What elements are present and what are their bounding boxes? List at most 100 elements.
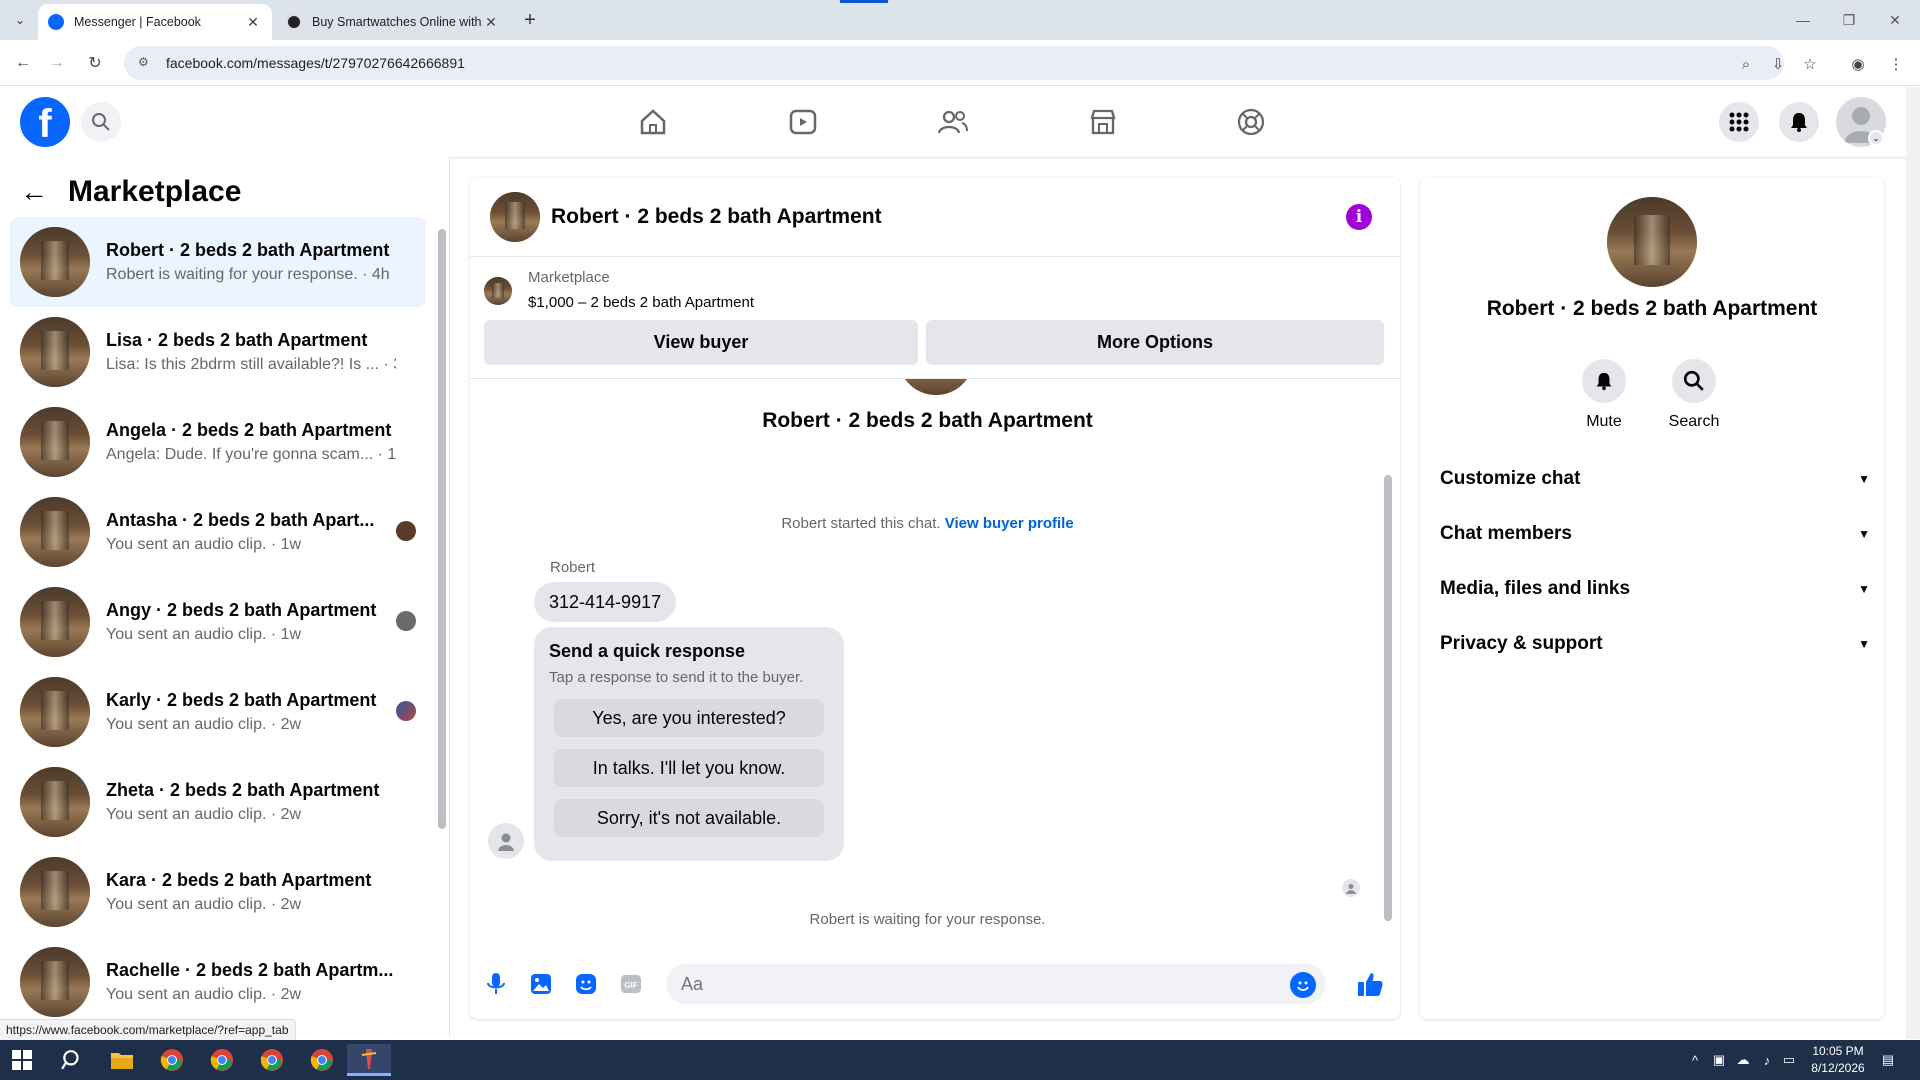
chrome-icon[interactable] — [152, 1044, 192, 1076]
like-thumb-icon[interactable] — [1356, 970, 1384, 998]
media-files-links-section[interactable]: Media, files and links ▼ — [1440, 569, 1870, 609]
privacy-support-section[interactable]: Privacy & support ▼ — [1440, 624, 1870, 664]
site-info-icon[interactable]: ⚙ — [138, 55, 154, 71]
close-tab-icon[interactable]: ✕ — [244, 13, 262, 31]
back-arrow-icon[interactable]: ← — [20, 176, 48, 208]
tab-messenger[interactable]: Messenger | Facebook ✕ — [38, 4, 272, 40]
chrome-icon[interactable] — [252, 1044, 292, 1076]
network-off-icon[interactable]: ☁ — [1732, 1040, 1754, 1080]
meet-now-icon[interactable]: ▣ — [1708, 1040, 1730, 1080]
nav-gaming[interactable] — [1196, 97, 1306, 147]
notification-center-icon[interactable]: ▤ — [1876, 1040, 1900, 1080]
search-in-chat-button[interactable]: Search — [1654, 359, 1734, 431]
conversation-item[interactable]: Antasha · 2 beds 2 bath Apart... You sent… — [10, 487, 426, 577]
conversation-item[interactable]: Zheta · 2 beds 2 bath Apartment You sent … — [10, 757, 426, 847]
forward-arrow-icon[interactable]: → — [44, 50, 70, 76]
quick-response-option[interactable]: In talks. I'll let you know. — [554, 749, 824, 787]
close-window-icon[interactable]: ✕ — [1872, 0, 1918, 40]
volume-icon[interactable]: ♪ — [1756, 1040, 1778, 1080]
clock-date: 8/12/2026 — [1811, 1061, 1865, 1075]
nav-home[interactable] — [598, 97, 708, 147]
restore-icon[interactable]: ❐ — [1826, 0, 1872, 40]
install-app-icon[interactable]: ⇩ — [1768, 54, 1788, 74]
search-button[interactable] — [81, 102, 121, 142]
search-icon — [92, 113, 110, 131]
mute-button[interactable]: Mute — [1564, 359, 1644, 431]
taskbar-search-icon[interactable] — [52, 1044, 92, 1076]
tab-search-chevron-icon[interactable]: ⌄ — [8, 8, 32, 32]
bookmark-star-icon[interactable]: ☆ — [1800, 54, 1820, 74]
details-name: Robert · 2 beds 2 bath Apartment — [1486, 297, 1818, 320]
conversation-item[interactable]: Angy · 2 beds 2 bath Apartment You sent a… — [10, 577, 426, 667]
conversation-item[interactable]: Robert · 2 beds 2 bath Apartment Robert i… — [10, 217, 426, 307]
conversation-snippet: Robert is waiting for your response. · 4… — [106, 266, 390, 283]
reload-icon[interactable]: ↻ — [82, 50, 108, 76]
close-tab-icon[interactable]: ✕ — [482, 13, 500, 31]
left-scrollbar[interactable] — [438, 229, 446, 829]
section-label: Media, files and links — [1440, 578, 1631, 599]
message-bubble[interactable]: 312-414-9917 — [534, 582, 677, 622]
customize-chat-section[interactable]: Customize chat ▼ — [1440, 459, 1870, 499]
minimize-icon[interactable]: — — [1780, 0, 1826, 40]
chat-scrollbar[interactable] — [1384, 475, 1392, 921]
chat-details-panel: Robert · 2 beds 2 bath Apartment Mute Se… — [1420, 177, 1884, 1019]
thread-avatar — [898, 379, 974, 395]
conversation-item[interactable]: Lisa · 2 beds 2 bath Apartment Lisa: Is t… — [10, 307, 426, 397]
section-label: Privacy & support — [1440, 633, 1603, 654]
conversation-title: Zheta · 2 beds 2 bath Apartment — [106, 780, 380, 800]
tab-smartwatches[interactable]: Buy Smartwatches Online with E ✕ — [276, 4, 510, 40]
profile-icon[interactable]: ◉ — [1848, 54, 1868, 74]
facebook-logo[interactable]: f — [20, 97, 70, 147]
active-app-icon[interactable] — [347, 1044, 391, 1076]
emoji-icon[interactable] — [1290, 972, 1316, 998]
quick-response-option[interactable]: Yes, are you interested? — [554, 699, 824, 737]
chat-avatar[interactable] — [490, 191, 540, 242]
conversation-item[interactable]: Karly · 2 beds 2 bath Apartment You sent … — [10, 667, 426, 757]
chrome-icon[interactable] — [202, 1044, 242, 1076]
nav-marketplace[interactable] — [1048, 97, 1158, 147]
sender-name: Robert — [550, 559, 596, 576]
tray-chevron-up-icon[interactable]: ^ — [1684, 1040, 1706, 1080]
svg-text:GIF: GIF — [624, 981, 637, 990]
back-arrow-icon[interactable]: ← — [10, 50, 36, 76]
page-scrollbar[interactable] — [1906, 87, 1920, 1039]
address-bar[interactable]: ⚙ facebook.com/messages/t/27970276642666… — [124, 46, 1784, 80]
chevron-down-icon[interactable]: ⌄ — [1868, 130, 1884, 146]
waiting-notice: Robert is waiting for your response. — [809, 911, 1046, 928]
photo-icon[interactable] — [527, 970, 555, 998]
conversation-item[interactable]: Angela · 2 beds 2 bath Apartment Angela: … — [10, 397, 426, 487]
more-options-button[interactable]: More Options — [926, 320, 1384, 365]
conversation-item[interactable]: Kara · 2 beds 2 bath Apartment You sent a… — [10, 847, 426, 937]
microphone-icon[interactable] — [482, 970, 510, 998]
notifications-button[interactable] — [1779, 102, 1819, 142]
zoom-icon[interactable]: ⌕ — [1736, 54, 1756, 74]
clock[interactable]: 10:05 PM 8/12/2026 — [1796, 1043, 1880, 1077]
message-input[interactable] — [666, 964, 1326, 1004]
conversation-item[interactable]: Rachelle · 2 beds 2 bath Apartm... You se… — [10, 937, 426, 1027]
conversation-snippet: You sent an audio clip. · 2w — [106, 806, 302, 823]
menu-button[interactable] — [1719, 102, 1759, 142]
nav-video[interactable] — [748, 97, 858, 147]
app-grid-icon — [1729, 112, 1749, 132]
chat-title[interactable]: Robert · 2 beds 2 bath Apartment — [551, 205, 882, 229]
section-label: Customize chat — [1440, 468, 1581, 489]
conversation-snippet: You sent an audio clip. · 2w — [106, 986, 302, 1003]
video-icon — [789, 109, 817, 135]
listing-source: Marketplace — [528, 269, 610, 286]
nav-friends[interactable] — [898, 97, 1008, 147]
view-buyer-button[interactable]: View buyer — [484, 320, 918, 365]
info-icon[interactable]: i — [1346, 204, 1372, 230]
menu-kebab-icon[interactable]: ⋮ — [1886, 54, 1906, 74]
conversation-title: Lisa · 2 beds 2 bath Apartment — [106, 330, 368, 350]
new-tab-button[interactable]: + — [518, 8, 542, 32]
quick-response-option[interactable]: Sorry, it's not available. — [554, 799, 824, 837]
chrome-icon[interactable] — [302, 1044, 342, 1076]
listing-thumbnail — [20, 767, 90, 837]
file-explorer-icon[interactable] — [102, 1044, 142, 1076]
view-buyer-profile-link[interactable]: View buyer profile — [945, 515, 1074, 532]
sticker-icon[interactable] — [572, 970, 600, 998]
gif-icon[interactable]: GIF — [617, 970, 645, 998]
windows-start-icon[interactable] — [2, 1044, 42, 1076]
chat-members-section[interactable]: Chat members ▼ — [1440, 514, 1870, 554]
details-avatar[interactable] — [1607, 197, 1697, 287]
